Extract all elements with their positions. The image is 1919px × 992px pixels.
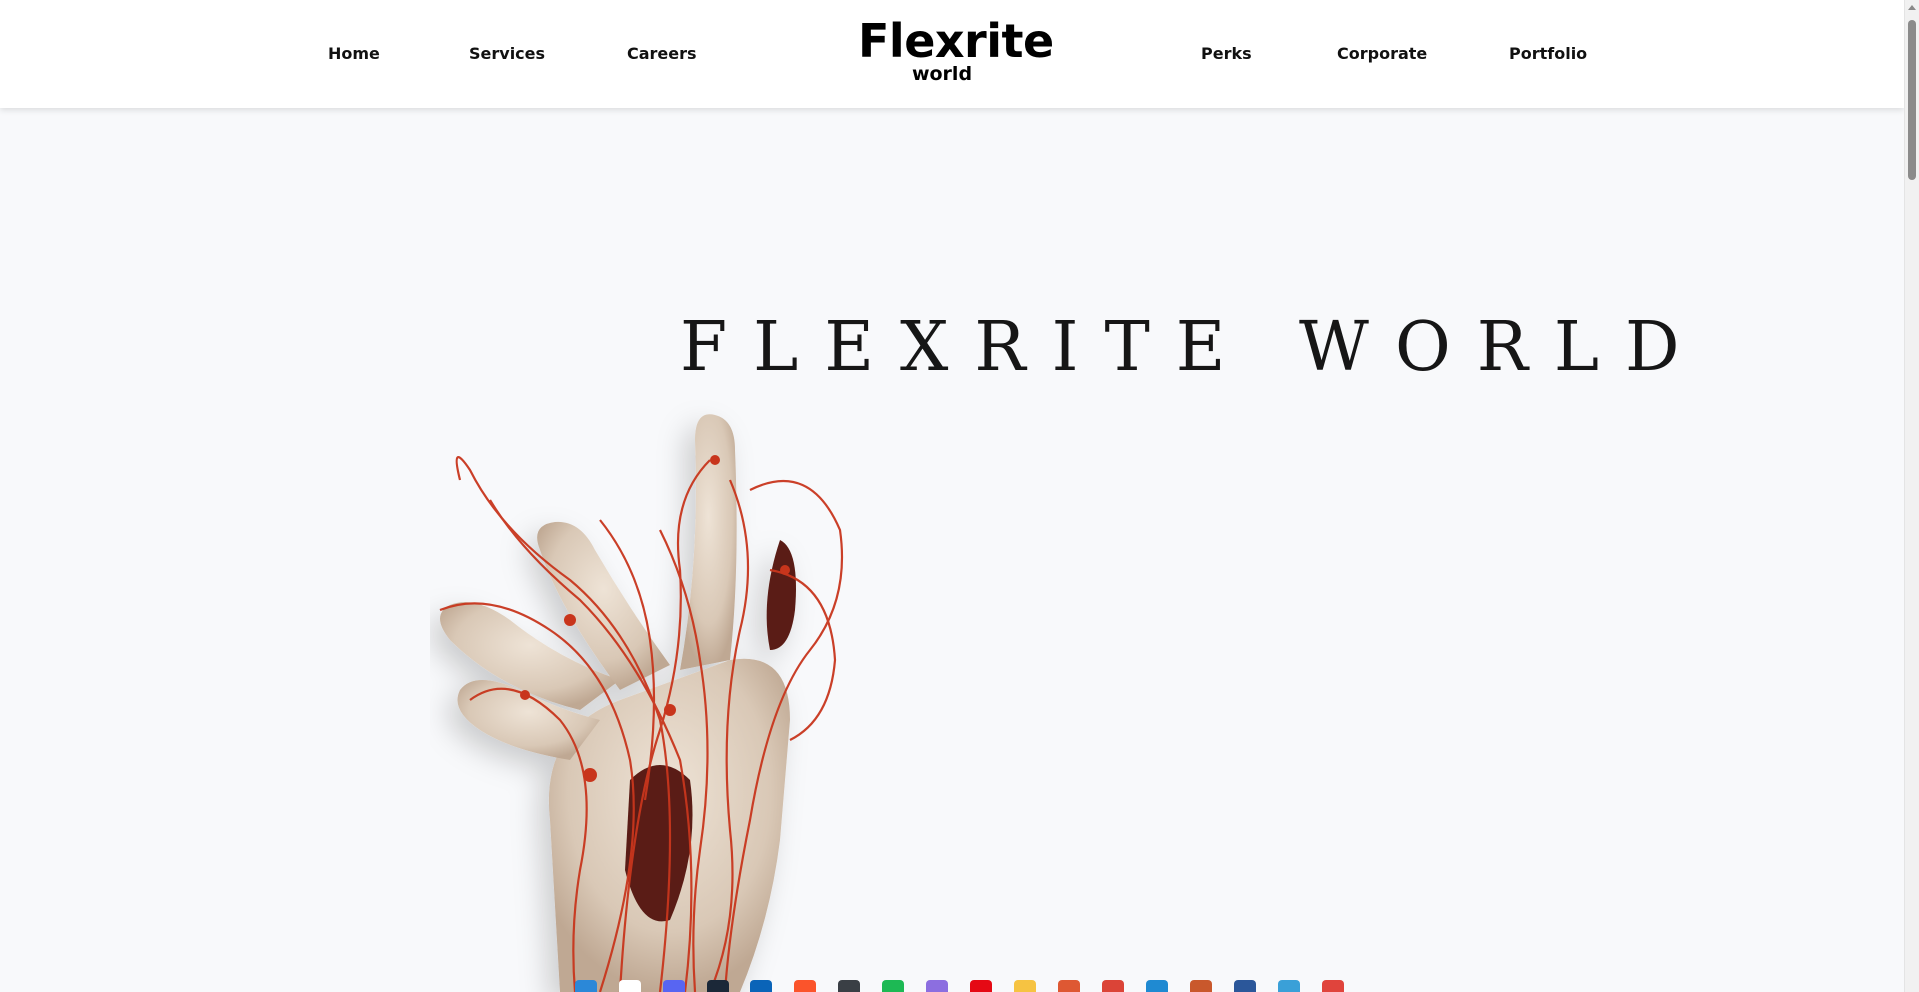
chrome-profile-icon[interactable] [1190,980,1212,992]
outlook-icon[interactable] [750,980,772,992]
brave-icon[interactable] [794,980,816,992]
nav-services-link[interactable]: Services [469,44,545,63]
nav-home-link[interactable]: Home [328,44,380,63]
netflix-icon[interactable] [970,980,992,992]
hero-title: FLEXRITE WORLD [680,308,1706,387]
nav-careers-link[interactable]: Careers [627,44,697,63]
brand-logo[interactable]: Flexrite world [858,14,1054,84]
discord-icon[interactable] [663,980,685,992]
steam-icon[interactable] [707,980,729,992]
nav-portfolio-link[interactable]: Portfolio [1509,44,1587,63]
search-icon[interactable] [619,980,641,992]
page: Home Services Careers Flexrite world Per… [0,0,1919,992]
vscode-icon[interactable] [1146,980,1168,992]
hero-robotic-hand-image [439,414,844,992]
windows-start-icon[interactable] [575,980,597,992]
nav-corporate-link[interactable]: Corporate [1337,44,1427,63]
nav-perks-link[interactable]: Perks [1201,44,1252,63]
app-shield-icon[interactable] [838,980,860,992]
page-scrollbar[interactable] [1904,0,1919,992]
os-taskbar [0,976,1904,992]
scroll-up-arrow-icon[interactable] [1908,5,1916,10]
file-explorer-icon[interactable] [1014,980,1036,992]
duckduckgo-icon[interactable] [1058,980,1080,992]
ethereum-icon[interactable] [926,980,948,992]
site-header: Home Services Careers Flexrite world Per… [0,0,1904,108]
chrome-icon[interactable] [1102,980,1124,992]
snipping-tool-icon[interactable] [1322,980,1344,992]
word-icon[interactable] [1234,980,1256,992]
spotify-icon[interactable] [882,980,904,992]
notepad-icon[interactable] [1278,980,1300,992]
scrollbar-thumb[interactable] [1908,20,1916,180]
brand-name: Flexrite [858,14,1054,68]
